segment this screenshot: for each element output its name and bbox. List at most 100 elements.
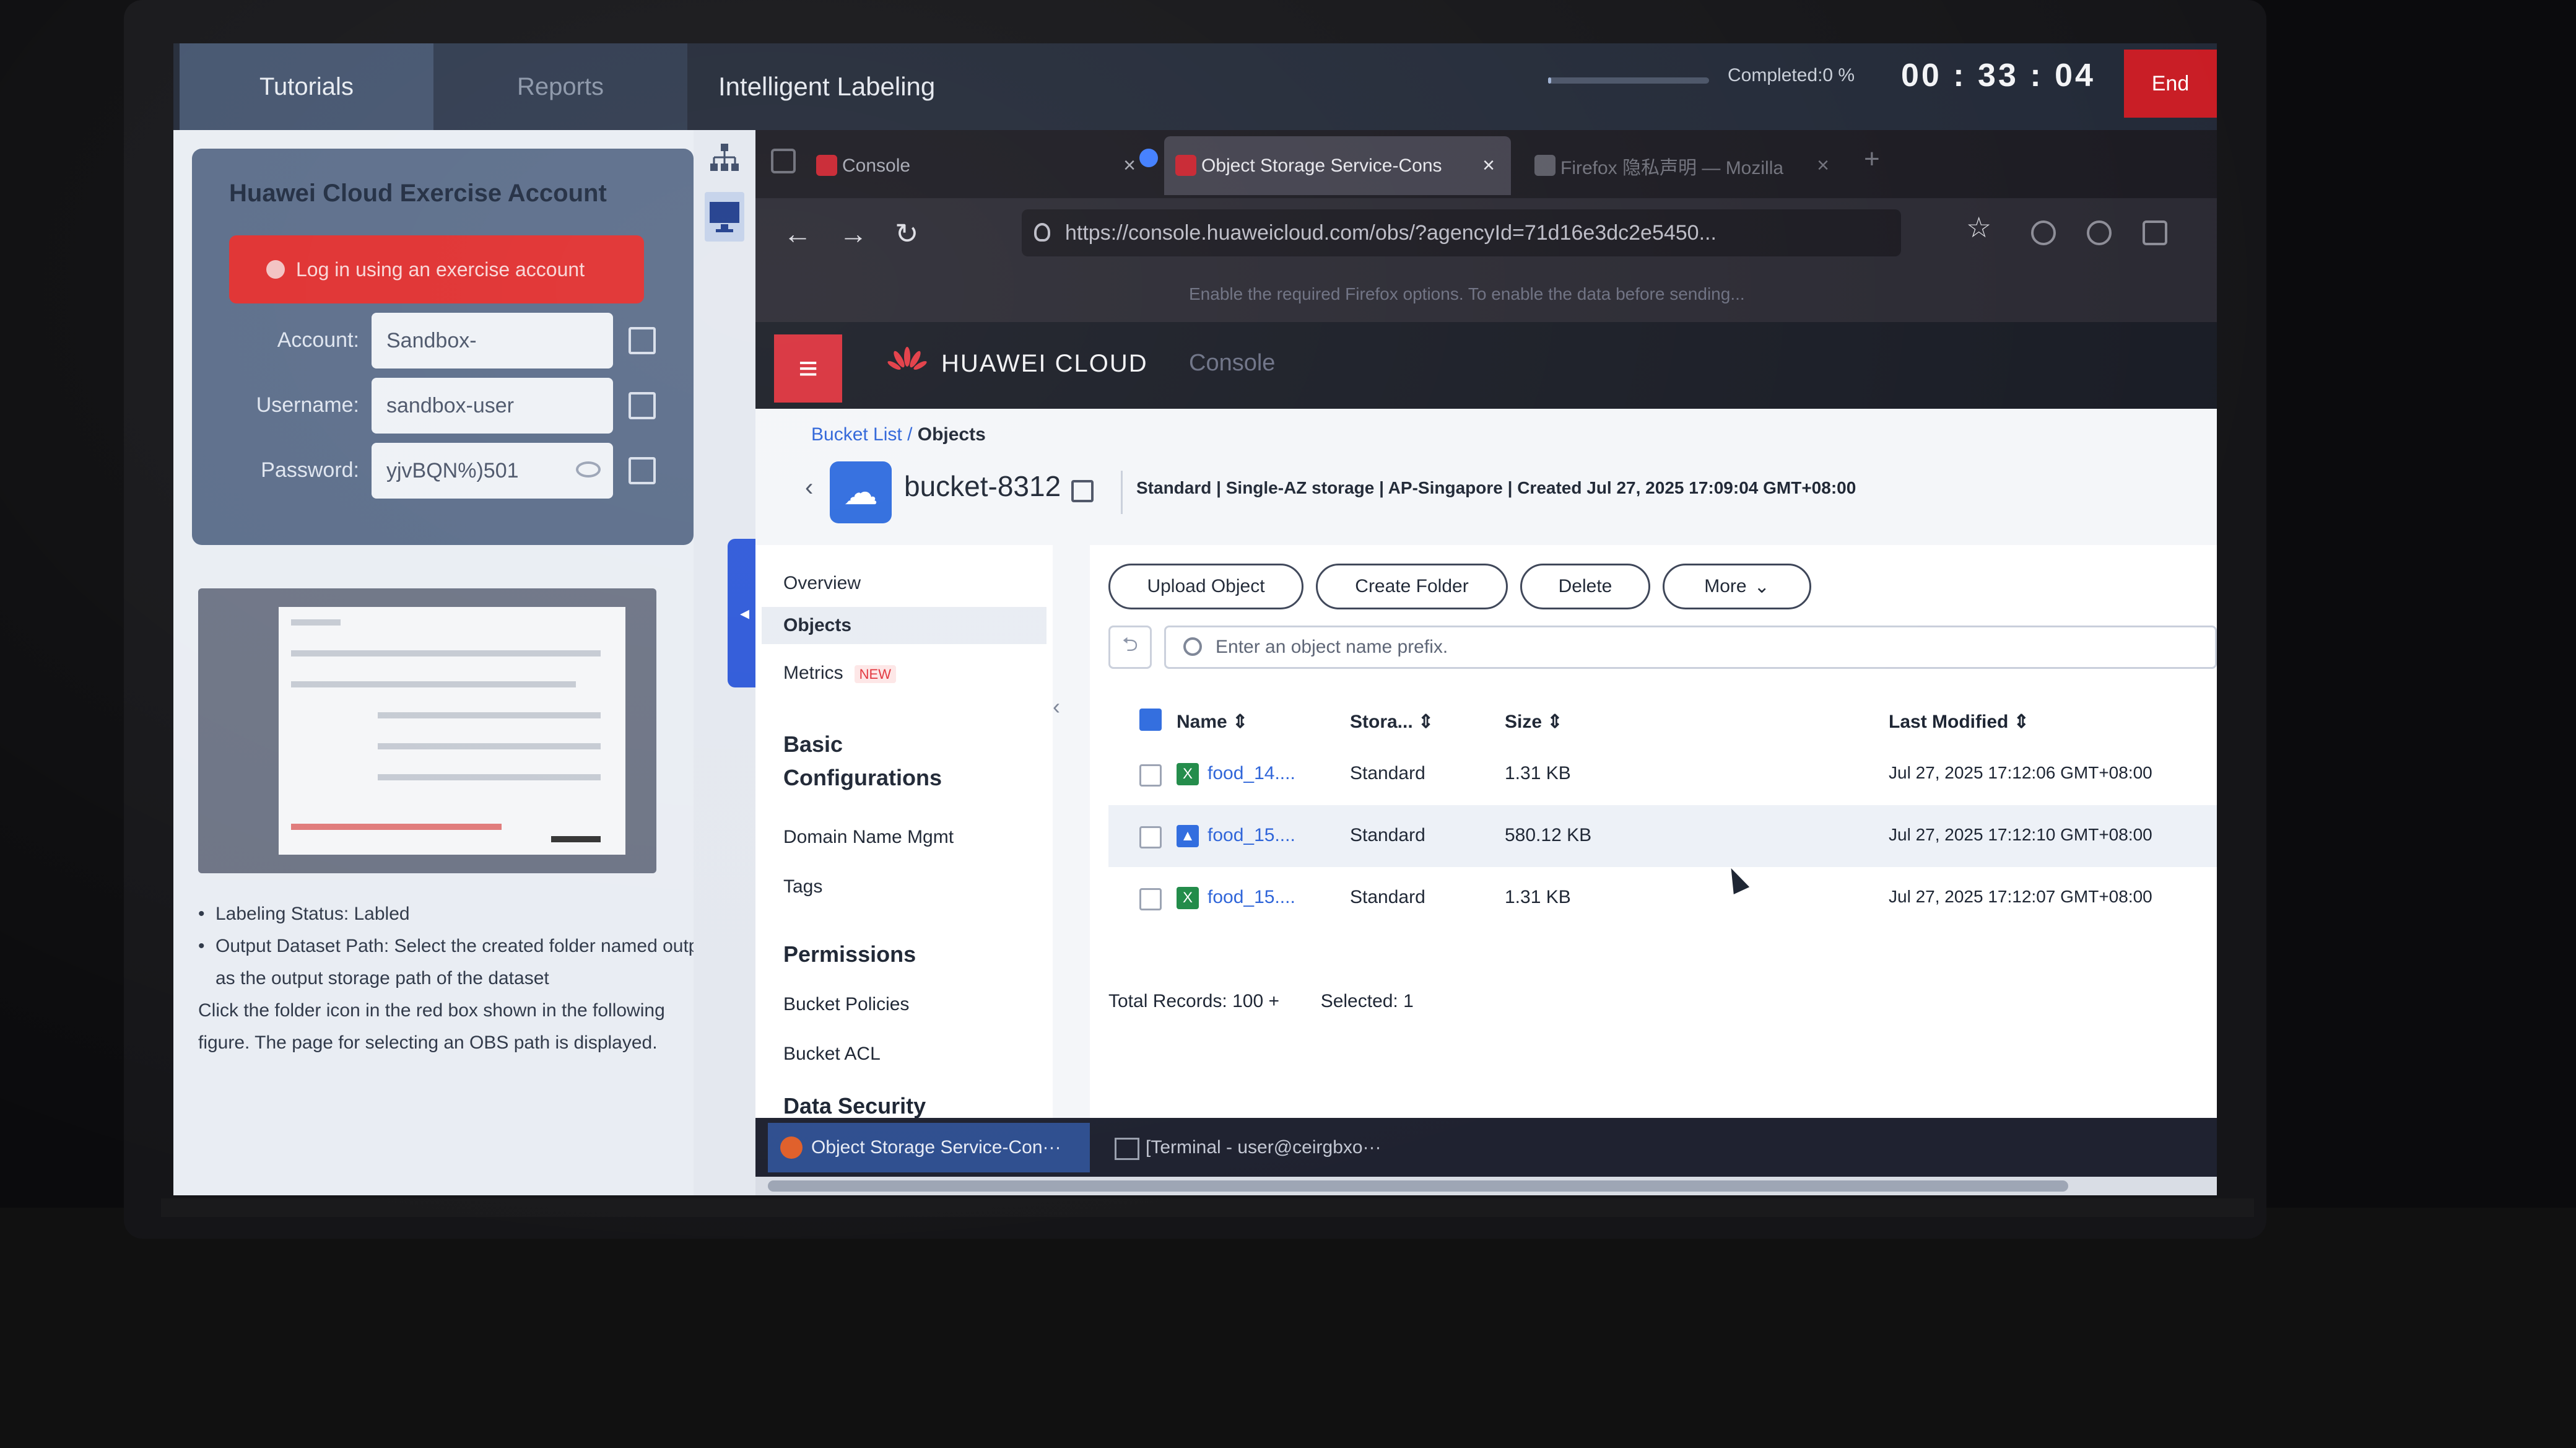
row-checkbox[interactable] [1139,888,1162,910]
close-tab-icon[interactable]: × [1482,154,1495,178]
extensions-icon[interactable] [2143,220,2167,245]
refresh-button[interactable]: ⮌ [1108,626,1152,669]
create-folder-button[interactable]: Create Folder [1316,564,1508,609]
sidenav-collapse-chevron-icon[interactable]: ‹ [1053,694,1077,768]
table-footer: Total Records: 100 + Selected: 1 [1108,991,1414,1012]
nav-metrics[interactable]: Metrics NEW [783,663,896,684]
objects-panel: Upload Object Create Folder Delete More … [1090,545,2217,1118]
taskbar-obs-window[interactable]: Object Storage Service-Con··· [768,1123,1090,1172]
instruction-text: Click the folder icon in the red box sho… [198,1000,665,1053]
desktop-monitor-icon[interactable] [705,192,744,242]
huawei-cloud-brand[interactable]: HUAWEI CLOUD [941,350,1148,378]
delete-button[interactable]: Delete [1520,564,1650,609]
tab-tutorials[interactable]: Tutorials [180,43,433,130]
countdown-timer: 00 : 33 : 04 [1901,58,2095,94]
topology-icon[interactable] [709,142,740,173]
pocket-icon[interactable] [2031,220,2056,245]
nav-objects[interactable]: Objects [762,607,1046,644]
more-dropdown-button[interactable]: More ⌄ [1663,564,1811,609]
account-icon[interactable] [2087,220,2112,245]
tab-overview-icon[interactable] [771,149,796,173]
address-bar[interactable]: https://console.huaweicloud.com/obs/?age… [1022,209,1901,256]
breadcrumb-bucket-list-link[interactable]: Bucket List [811,424,902,445]
copy-username-icon[interactable] [629,392,656,419]
table-row[interactable]: ▲ food_15.... Standard 580.12 KB Jul 27,… [1108,805,2217,867]
browser-tab-label: Firefox 隐私声明 — Mozilla [1560,157,1784,178]
browser-tab-firefox[interactable]: Firefox 隐私声明 — Mozilla × [1523,136,1845,195]
username-field[interactable]: sandbox-user [372,378,613,434]
column-storage[interactable]: Stora... ⇕ [1350,711,1434,733]
storage-class: Standard [1350,763,1425,783]
tutorial-steps: Labeling Status: Labled Output Dataset P… [198,898,718,1059]
nav-domain-name-mgmt[interactable]: Domain Name Mgmt [783,827,954,848]
new-tab-plus-icon[interactable]: + [1864,144,1880,175]
object-name-link[interactable]: food_15.... [1208,887,1295,908]
excel-file-icon: X [1177,887,1199,909]
tracking-shield-icon[interactable] [1034,223,1050,242]
nav-tags[interactable]: Tags [783,876,822,897]
desk-surface [0,1208,2576,1448]
column-name[interactable]: Name ⇕ [1177,711,1248,733]
show-password-eye-icon[interactable] [576,461,601,478]
search-icon [1183,637,1202,656]
forward-arrow-icon[interactable]: → [839,217,868,250]
column-storage-label: Stora... [1350,712,1413,732]
sort-icon[interactable]: ⇕ [2014,712,2029,732]
object-name-link[interactable]: food_14.... [1208,763,1295,784]
sort-icon[interactable]: ⇕ [1418,712,1434,732]
column-size-label: Size [1505,712,1543,732]
labeling-status-text: Labeling Status: Labled [198,898,718,930]
back-arrow-icon[interactable]: ← [783,217,812,250]
row-checkbox[interactable] [1139,764,1162,787]
sort-icon[interactable]: ⇕ [1232,712,1248,732]
huawei-cloud-header: ≡ HUAWEI CLOUD Console [755,322,2217,409]
nav-bucket-acl[interactable]: Bucket ACL [783,1044,881,1065]
thumbnail-line [378,774,601,780]
copy-bucket-name-icon[interactable] [1071,480,1094,502]
end-button[interactable]: End [2124,50,2217,118]
reload-icon[interactable]: ↻ [895,217,919,250]
nav-overview[interactable]: Overview [783,573,861,594]
tab-reports[interactable]: Reports [433,43,687,130]
copy-password-icon[interactable] [629,457,656,484]
column-name-label: Name [1177,712,1227,732]
column-size[interactable]: Size ⇕ [1505,711,1563,733]
browser-window: Console × Object Storage Service-Cons × … [755,130,2217,1195]
account-field[interactable]: Sandbox- [372,313,613,369]
obs-console-content: Bucket List / Objects ‹ ☁ bucket-8312 St… [755,409,2217,1119]
browser-tab-console[interactable]: Console × [805,136,1152,195]
tutorial-screenshot-thumbnail[interactable] [198,588,656,873]
object-name-link[interactable]: food_15.... [1208,825,1295,846]
close-tab-icon[interactable]: × [1123,154,1136,178]
taskbar-obs-label: Object Storage Service-Con··· [811,1137,1061,1158]
row-checkbox[interactable] [1139,826,1162,848]
copy-account-icon[interactable] [629,327,656,354]
thumbnail-line [291,619,341,626]
bookmark-star-icon[interactable]: ☆ [1966,211,1991,244]
console-link[interactable]: Console [1189,350,1275,377]
object-search-input[interactable]: Enter an object name prefix. [1164,626,2217,669]
object-size: 580.12 KB [1505,825,1592,845]
nav-bucket-policies[interactable]: Bucket Policies [783,994,909,1015]
upload-object-button[interactable]: Upload Object [1108,564,1303,609]
firefox-favicon-icon [1534,155,1556,176]
data-security-heading: Data Security [783,1093,926,1119]
login-exercise-account-button[interactable]: Log in using an exercise account [229,235,644,303]
table-row[interactable]: X food_14.... Standard 1.31 KB Jul 27, 2… [1108,743,2217,805]
os-taskbar: Object Storage Service-Con··· [Terminal … [755,1118,2217,1177]
huawei-logo-icon[interactable] [886,346,929,383]
menu-hamburger-icon[interactable]: ≡ [774,334,842,403]
thumbnail-line [291,681,576,687]
horizontal-scrollbar[interactable] [755,1177,2217,1195]
column-last-modified[interactable]: Last Modified ⇕ [1889,711,2029,733]
bucket-name: bucket-8312 [904,470,1061,502]
scrollbar-thumb[interactable] [768,1180,2068,1192]
back-chevron-icon[interactable]: ‹ [805,474,813,502]
select-all-checkbox[interactable] [1139,709,1162,731]
more-label: More [1704,576,1747,596]
browser-tab-obs[interactable]: Object Storage Service-Cons × [1164,136,1511,195]
sort-icon[interactable]: ⇕ [1547,712,1562,732]
taskbar-terminal-window[interactable]: [Terminal - user@ceirgbxo··· [1102,1123,1449,1172]
close-tab-icon[interactable]: × [1817,154,1829,178]
table-row[interactable]: X food_15.... Standard 1.31 KB Jul 27, 2… [1108,867,2217,929]
